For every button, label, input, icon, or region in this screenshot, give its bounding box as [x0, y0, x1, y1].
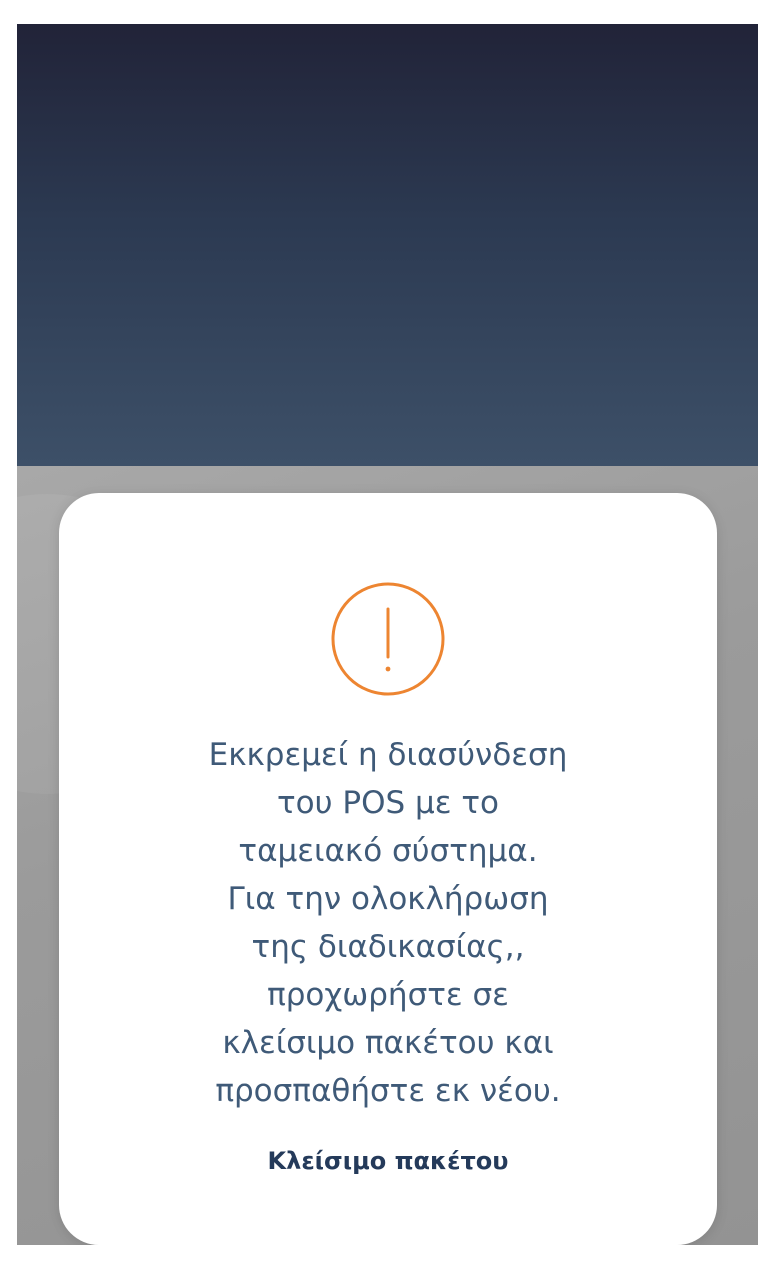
alert-dialog: Εκκρεμεί η διασύνδεση του POS με το ταμε… — [59, 493, 717, 1245]
screenshot-frame: Εκκρεμεί η διασύνδεση του POS με το ταμε… — [0, 0, 770, 1269]
message-line: Για την ολοκλήρωση — [227, 881, 549, 917]
warning-exclamation-icon — [331, 582, 445, 696]
close-package-button[interactable]: Κλείσιμο πακέτου — [188, 1133, 588, 1189]
message-line: κλείσιμο πακέτου και — [222, 1025, 554, 1061]
message-line: Εκκρεμεί η διασύνδεση — [208, 737, 568, 773]
app-screen: Εκκρεμεί η διασύνδεση του POS με το ταμε… — [17, 24, 758, 1245]
header-background — [17, 24, 758, 466]
message-line: της διαδικασίας,, — [251, 929, 525, 965]
message-line: του POS με το — [276, 785, 499, 821]
message-line: προχωρήστε σε — [267, 977, 509, 1013]
message-line: προσπαθήστε εκ νέου. — [215, 1073, 561, 1109]
dialog-message: Εκκρεμεί η διασύνδεση του POS με το ταμε… — [99, 731, 677, 1115]
message-line: ταμειακό σύστημα. — [238, 833, 538, 869]
